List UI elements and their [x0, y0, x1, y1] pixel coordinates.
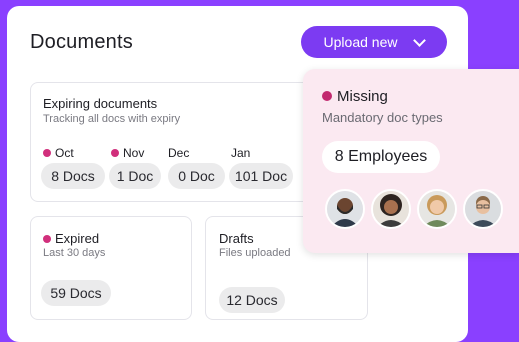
- expiring-subtitle: Tracking all docs with expiry: [43, 113, 181, 125]
- drafts-title: Drafts: [219, 231, 254, 246]
- page-title: Documents: [30, 31, 133, 53]
- month-label-nov: Nov: [111, 146, 144, 160]
- drafts-subtitle: Files uploaded: [219, 247, 291, 259]
- expired-count[interactable]: 59 Docs: [41, 280, 111, 306]
- status-dot: [43, 235, 51, 243]
- status-dot: [111, 149, 119, 157]
- missing-employee-count[interactable]: 8 Employees: [322, 141, 440, 173]
- expiring-documents-card[interactable]: Expiring documents Tracking all docs wit…: [30, 82, 320, 202]
- upload-new-label: Upload new: [323, 34, 398, 50]
- employee-avatar-4[interactable]: [463, 189, 503, 229]
- employee-avatar-3[interactable]: [417, 189, 457, 229]
- expiring-title: Expiring documents: [43, 96, 158, 111]
- month-count-jan[interactable]: 101 Doc: [229, 163, 293, 189]
- chevron-down-icon: [413, 33, 427, 47]
- missing-subtitle: Mandatory doc types: [322, 110, 443, 125]
- upload-new-button[interactable]: Upload new: [301, 26, 447, 58]
- drafts-count[interactable]: 12 Docs: [219, 287, 285, 313]
- employee-avatar-1[interactable]: [325, 189, 365, 229]
- expired-card[interactable]: Expired Last 30 days 59 Docs: [30, 216, 192, 320]
- month-count-nov[interactable]: 1 Doc: [109, 163, 161, 189]
- status-dot: [43, 149, 51, 157]
- month-label-jan: Jan: [231, 146, 251, 160]
- month-count-dec[interactable]: 0 Doc: [168, 163, 225, 189]
- expired-title: Expired: [43, 231, 99, 246]
- month-label-dec: Dec: [168, 146, 190, 160]
- missing-docs-card[interactable]: Missing Mandatory doc types 8 Employees: [303, 69, 519, 253]
- expired-subtitle: Last 30 days: [43, 247, 106, 259]
- month-count-oct[interactable]: 8 Docs: [41, 163, 105, 189]
- month-label-oct: Oct: [43, 146, 74, 160]
- missing-title: Missing: [322, 88, 388, 105]
- status-dot: [322, 91, 332, 101]
- employee-avatar-2[interactable]: [371, 189, 411, 229]
